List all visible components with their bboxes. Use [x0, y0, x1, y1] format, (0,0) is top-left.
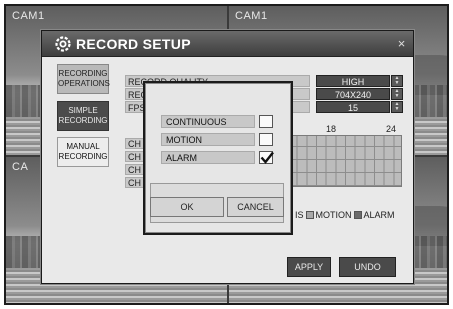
- close-button[interactable]: ×: [393, 35, 410, 52]
- legend-continuous-label: IS: [295, 210, 304, 220]
- mode-label: ALARM: [161, 151, 255, 164]
- undo-button[interactable]: UNDO: [339, 257, 396, 277]
- checkmark-icon: [260, 151, 274, 164]
- camera-label: CAM1: [235, 10, 268, 22]
- motion-checkbox[interactable]: [259, 133, 273, 146]
- schedule-grid[interactable]: [286, 135, 402, 187]
- hour-label: 24: [386, 124, 397, 134]
- resolution-value[interactable]: 704X240: [316, 88, 390, 100]
- legend-alarm-swatch: [353, 211, 362, 219]
- legend-motion-label: MOTION: [315, 210, 352, 220]
- record-quality-value[interactable]: HIGH: [316, 75, 390, 87]
- spin-arrows-icon[interactable]: ▲ ▼: [391, 88, 403, 100]
- camera-label: CA: [12, 161, 29, 173]
- window-title-bar: RECORD SETUP ×: [42, 31, 413, 57]
- spin-arrows-icon[interactable]: ▲ ▼: [391, 75, 403, 87]
- window-title: RECORD SETUP: [76, 36, 191, 52]
- fps-value[interactable]: 15: [316, 101, 390, 113]
- mode-row-continuous: CONTINUOUS: [161, 115, 275, 128]
- legend-motion-swatch: [305, 211, 314, 219]
- mode-row-alarm: ALARM: [161, 151, 275, 164]
- menu-manual-recording[interactable]: MANUAL RECORDING: [57, 137, 109, 167]
- ok-button[interactable]: OK: [150, 197, 224, 217]
- cancel-button[interactable]: CANCEL: [227, 197, 284, 217]
- camera-label: CAM1: [12, 10, 45, 22]
- spin-arrows-icon[interactable]: ▲ ▼: [391, 101, 403, 113]
- record-mode-popup: CONTINUOUS MOTION ALARM OK CANCEL: [143, 81, 293, 235]
- mode-label: MOTION: [161, 133, 255, 146]
- apply-button[interactable]: APPLY: [287, 257, 331, 277]
- alarm-checkbox[interactable]: [259, 151, 274, 164]
- menu-recording-operations[interactable]: RECORDING OPERATIONS: [57, 64, 110, 94]
- legend-alarm-label: ALARM: [363, 210, 395, 220]
- menu-simple-recording[interactable]: SIMPLE RECORDING: [57, 101, 109, 131]
- hour-label: 18: [326, 124, 337, 134]
- continuous-checkbox[interactable]: [259, 115, 273, 128]
- mode-row-motion: MOTION: [161, 133, 275, 146]
- schedule-legend: IS MOTION ALARM: [295, 210, 395, 220]
- mode-label: CONTINUOUS: [161, 115, 255, 128]
- settings-icon: [54, 35, 72, 53]
